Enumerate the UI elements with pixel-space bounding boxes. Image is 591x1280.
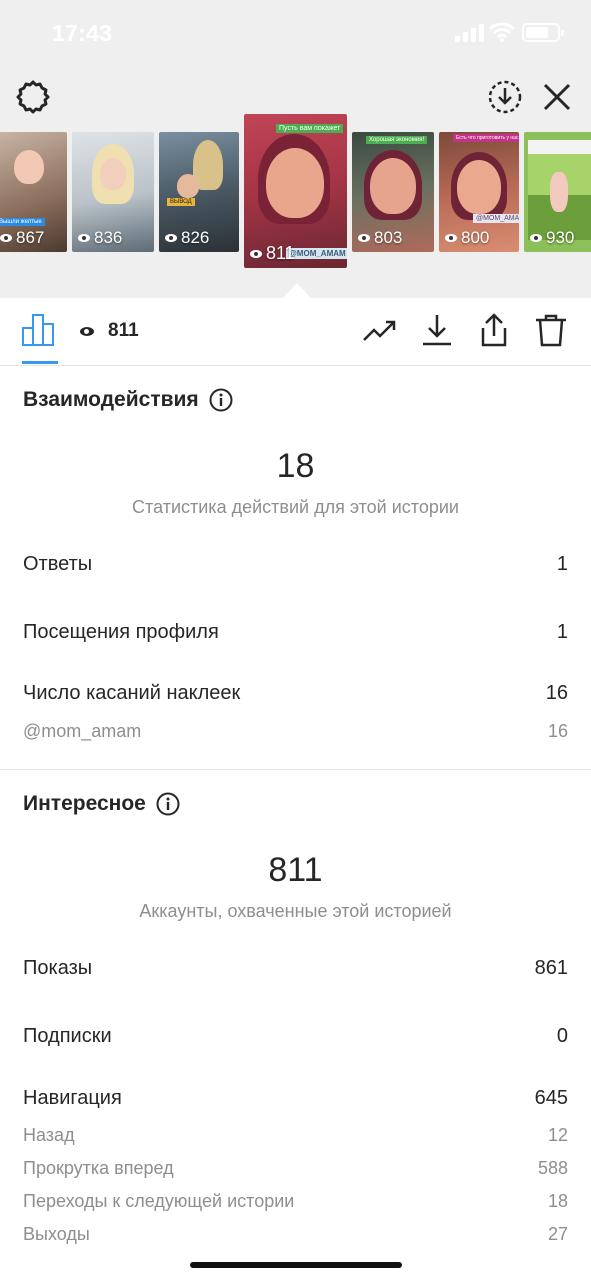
stat-label: Переходы к следующей истории — [23, 1191, 295, 1211]
story-caption: Пусть вам покажет — [276, 124, 344, 133]
stat-row-replies: Ответы 1 — [23, 553, 568, 576]
stat-label: Число касаний наклеек — [23, 682, 241, 704]
story-thumbnail-selected[interactable]: Пусть вам покажет @MOM_AMAM 811 — [244, 114, 347, 268]
eye-icon — [445, 234, 457, 242]
story-caption: Есть что приготовить у нас на странице — [453, 134, 519, 142]
stat-value: 16 — [547, 721, 568, 741]
stat-value: 1 — [556, 553, 568, 575]
stat-row-next-story: Переходы к следующей истории 18 — [23, 1191, 568, 1212]
stat-value: 12 — [547, 1125, 568, 1145]
story-view-count: 800 — [445, 228, 489, 248]
stat-label: @mom_amam — [23, 721, 142, 741]
insights-toolbar: 811 — [0, 298, 591, 366]
share-icon[interactable] — [476, 312, 512, 348]
eye-icon — [80, 326, 94, 336]
eye-icon — [358, 234, 370, 242]
bar-chart-icon[interactable] — [22, 314, 58, 346]
signal-icon — [455, 24, 485, 42]
story-view-count: 811 — [250, 243, 295, 264]
info-icon[interactable] — [156, 792, 180, 816]
story-thumbnail[interactable]: Хорошая экономия! 803 — [352, 132, 434, 252]
stat-label: Подписки — [23, 1025, 112, 1047]
interactions-title: Взаимодействия — [23, 388, 233, 412]
active-tab-indicator — [22, 361, 58, 364]
status-time: 17:43 — [52, 20, 113, 46]
home-indicator[interactable] — [190, 1262, 402, 1268]
discovery-title: Интересное — [23, 792, 180, 816]
story-thumbnail[interactable]: Есть что приготовить у нас на странице @… — [439, 132, 519, 252]
stat-label: Выходы — [23, 1224, 90, 1244]
story-caption: Хорошая экономия! — [366, 136, 428, 144]
toolbar-views-count: 811 — [108, 320, 139, 341]
stat-row-navigation: Навигация 645 — [23, 1087, 568, 1110]
story-thumbnail[interactable]: Вышли желтые 867 — [0, 132, 67, 252]
stat-row-back: Назад 12 — [23, 1125, 568, 1146]
stat-value: 18 — [547, 1191, 568, 1211]
stat-value: 0 — [556, 1025, 568, 1047]
stat-label: Показы — [23, 957, 93, 979]
stat-row-profile-visits: Посещения профиля 1 — [23, 621, 568, 644]
trash-icon[interactable] — [533, 312, 569, 348]
stat-value: 1 — [556, 621, 568, 643]
story-thumbnail[interactable]: 836 — [72, 132, 154, 252]
battery-icon — [522, 23, 564, 42]
interactions-total: 18 — [276, 447, 315, 485]
stat-label: Прокрутка вперед — [23, 1158, 174, 1178]
section-divider — [0, 769, 591, 770]
stat-row-impressions: Показы 861 — [23, 957, 568, 980]
story-view-count: 803 — [358, 228, 402, 248]
eye-icon — [0, 234, 12, 242]
story-view-count: 826 — [165, 228, 209, 248]
stat-row-sticker-mention: @mom_amam 16 — [23, 721, 568, 742]
stat-value: 588 — [537, 1158, 568, 1178]
stat-value: 861 — [534, 957, 568, 979]
discovery-subtitle: Аккаунты, охваченные этой историей — [139, 901, 452, 921]
stat-value: 27 — [547, 1224, 568, 1244]
selected-story-pointer — [283, 283, 311, 298]
stat-row-follows: Подписки 0 — [23, 1025, 568, 1048]
stat-value: 16 — [545, 682, 568, 704]
info-icon[interactable] — [209, 388, 233, 412]
status-bar: 17:43 — [0, 0, 591, 62]
story-view-count: 867 — [0, 228, 44, 248]
stat-label: Ответы — [23, 553, 93, 575]
stat-row-forward: Прокрутка вперед 588 — [23, 1158, 568, 1179]
discovery-total: 811 — [268, 851, 323, 889]
story-thumbnail[interactable]: ВЫВОД 826 — [159, 132, 239, 252]
eye-icon — [78, 234, 90, 242]
story-thumbnail[interactable]: 930 — [524, 132, 591, 252]
download-icon[interactable] — [419, 312, 455, 348]
trend-icon[interactable] — [362, 312, 398, 348]
interactions-subtitle: Статистика действий для этой истории — [132, 497, 459, 517]
stat-row-exits: Выходы 27 — [23, 1224, 568, 1245]
discovery-title-text: Интересное — [23, 792, 146, 815]
stat-label: Навигация — [23, 1087, 122, 1109]
stories-header: 17:43 Вышли желтые 867 836 ВЫВОД 826 Пус… — [0, 0, 591, 298]
stat-row-sticker-taps: Число касаний наклеек 16 — [23, 682, 568, 705]
eye-icon — [165, 234, 177, 242]
eye-icon — [250, 249, 262, 258]
story-view-count: 930 — [530, 228, 574, 248]
story-view-count: 836 — [78, 228, 122, 248]
toolbar-views: 811 — [80, 320, 139, 342]
wifi-icon — [489, 22, 515, 42]
story-mention-badge: @MOM_AMAM — [286, 248, 347, 259]
interactions-title-text: Взаимодействия — [23, 388, 199, 411]
stat-value: 645 — [534, 1087, 568, 1109]
eye-icon — [530, 234, 542, 242]
story-mention-badge: @MOM_AMAM — [473, 214, 519, 223]
stat-label: Посещения профиля — [23, 621, 219, 643]
story-thumbnails: Вышли желтые 867 836 ВЫВОД 826 Пусть вам… — [0, 110, 591, 270]
stat-label: Назад — [23, 1125, 75, 1145]
